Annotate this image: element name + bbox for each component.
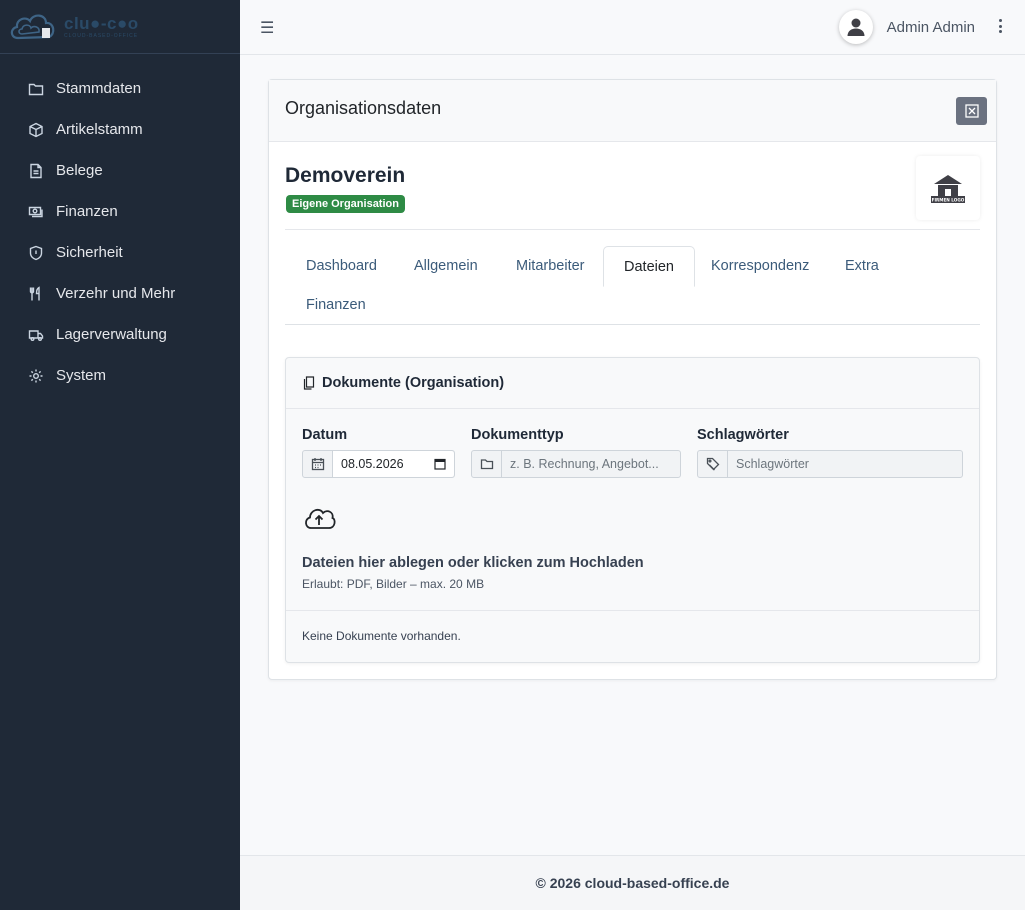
- tab-finanzen[interactable]: Finanzen: [286, 285, 386, 325]
- tags-field[interactable]: Schlagwörter: [697, 450, 963, 478]
- date-label: Datum: [302, 427, 348, 443]
- tab-korrespondenz[interactable]: Korrespondenz: [691, 246, 829, 286]
- topbar: ☰ Admin Admin: [240, 0, 1025, 55]
- date-input[interactable]: 08.05.2026: [333, 451, 454, 477]
- sidebar-item-system[interactable]: System: [0, 355, 240, 396]
- close-button[interactable]: [956, 97, 987, 125]
- gear-icon: [28, 368, 44, 384]
- cutlery-icon: [28, 285, 44, 302]
- brand-name: clu●-c●o: [64, 13, 139, 33]
- tags-icon: [698, 451, 728, 477]
- logo-text: FIRMEN LOGO: [932, 198, 965, 203]
- documents-title: Dokumente (Organisation): [322, 375, 505, 391]
- tab-mitarbeiter[interactable]: Mitarbeiter: [496, 246, 605, 286]
- divider: [286, 610, 979, 611]
- type-field[interactable]: z. B. Rechnung, Angebot...: [471, 450, 681, 478]
- footer-text: © 2026 cloud-based-office.de: [535, 875, 730, 891]
- dropzone-title[interactable]: Dateien hier ablegen oder klicken zum Ho…: [302, 555, 644, 571]
- sidebar-nav: Stammdaten Artikelstamm Belege Finanzen …: [0, 68, 240, 396]
- type-label: Dokumenttyp: [471, 427, 564, 443]
- date-field[interactable]: 08.05.2026: [302, 450, 455, 478]
- status-badge: Eigene Organisation: [286, 195, 405, 213]
- sidebar-item-sicherheit[interactable]: Sicherheit: [0, 232, 240, 273]
- menu-toggle-icon[interactable]: ☰: [260, 18, 274, 38]
- user-icon: [847, 18, 865, 36]
- sidebar: clu●-c●o CLOUD-BASED-OFFICE Stammdaten A…: [0, 0, 240, 910]
- empty-state-text: Keine Dokumente vorhanden.: [302, 629, 461, 643]
- tab-allgemein[interactable]: Allgemein: [394, 246, 498, 286]
- shield-icon: [28, 245, 44, 261]
- sidebar-item-label: Verzehr und Mehr: [56, 285, 176, 302]
- folder-icon: [472, 451, 502, 477]
- brand-logo[interactable]: clu●-c●o CLOUD-BASED-OFFICE: [0, 0, 240, 54]
- close-icon: [964, 104, 979, 118]
- page-title: Organisationsdaten: [285, 98, 442, 118]
- box-icon: [28, 122, 44, 138]
- folder-icon: [28, 81, 44, 97]
- documents-header: Dokumente (Organisation): [286, 358, 979, 409]
- tags-label: Schlagwörter: [697, 427, 789, 443]
- user-name: Admin Admin: [886, 18, 975, 36]
- cloud-logo-icon: [10, 14, 55, 39]
- tab-dashboard[interactable]: Dashboard: [286, 246, 397, 286]
- type-input[interactable]: z. B. Rechnung, Angebot...: [502, 451, 680, 477]
- dropzone-hint: Erlaubt: PDF, Bilder – max. 20 MB: [302, 577, 485, 591]
- cash-icon: [28, 204, 44, 220]
- tab-extra[interactable]: Extra: [825, 246, 899, 286]
- document-icon: [28, 163, 44, 179]
- files-icon: [303, 376, 315, 390]
- brand-subtitle: CLOUD-BASED-OFFICE: [64, 32, 139, 39]
- company-logo-icon: FIRMEN LOGO: [931, 175, 965, 203]
- documents-panel: Dokumente (Organisation) Datum 08.05.202…: [285, 357, 980, 663]
- more-options-icon[interactable]: [997, 16, 1003, 36]
- calendar-picker-icon[interactable]: [434, 458, 446, 470]
- truck-icon: [28, 327, 44, 343]
- calendar-icon: [303, 451, 333, 477]
- user-menu[interactable]: Admin Admin: [838, 10, 975, 44]
- sidebar-item-label: Finanzen: [56, 203, 118, 220]
- sidebar-item-artikelstamm[interactable]: Artikelstamm: [0, 109, 240, 150]
- sidebar-item-label: Lagerverwaltung: [56, 326, 167, 343]
- sidebar-item-label: System: [56, 367, 107, 384]
- sidebar-item-lagerverwaltung[interactable]: Lagerverwaltung: [0, 314, 240, 355]
- sidebar-item-stammdaten[interactable]: Stammdaten: [0, 68, 240, 109]
- sidebar-item-finanzen[interactable]: Finanzen: [0, 191, 240, 232]
- footer: © 2026 cloud-based-office.de: [240, 855, 1025, 910]
- company-logo: FIRMEN LOGO: [916, 156, 980, 220]
- sidebar-item-belege[interactable]: Belege: [0, 150, 240, 191]
- card-header: Organisationsdaten: [269, 80, 996, 142]
- sidebar-item-label: Sicherheit: [56, 244, 123, 261]
- tabs-divider: [285, 324, 980, 325]
- sidebar-item-verzehr[interactable]: Verzehr und Mehr: [0, 273, 240, 314]
- organisation-name: Demoverein: [285, 164, 406, 187]
- date-value: 08.05.2026: [341, 457, 404, 471]
- upload-icon[interactable]: [302, 504, 336, 537]
- organisation-card: Organisationsdaten Demoverein Eigene Org…: [268, 79, 997, 680]
- divider: [285, 229, 980, 230]
- tab-dateien[interactable]: Dateien: [603, 246, 695, 287]
- sidebar-item-label: Stammdaten: [56, 80, 142, 97]
- avatar[interactable]: [838, 10, 873, 44]
- tags-input[interactable]: Schlagwörter: [728, 451, 962, 477]
- sidebar-item-label: Belege: [56, 162, 103, 179]
- sidebar-item-label: Artikelstamm: [56, 121, 143, 138]
